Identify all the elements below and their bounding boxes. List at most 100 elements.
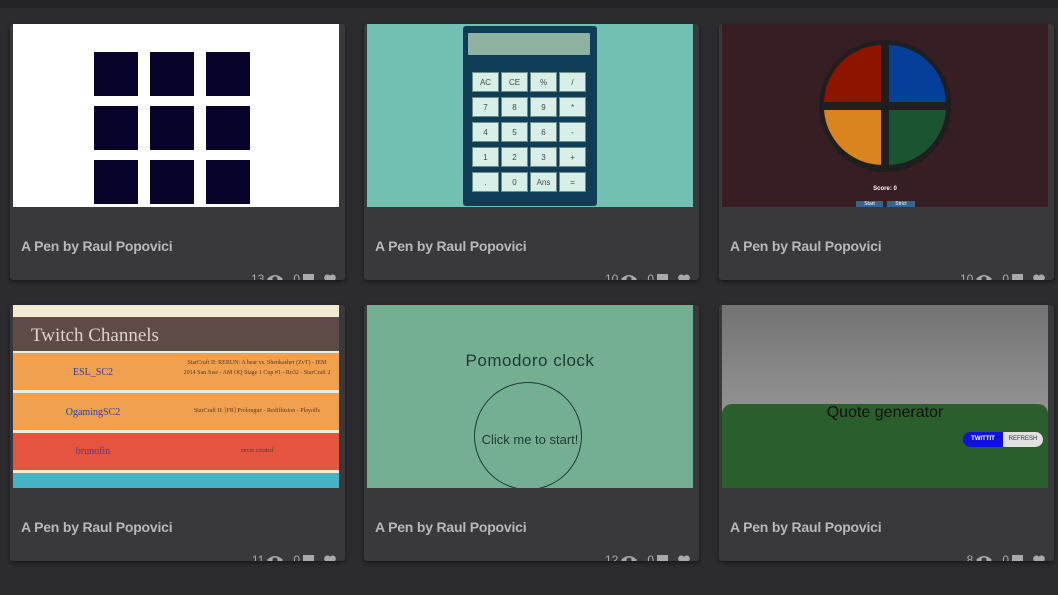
simon-score: Score: 0 <box>873 186 897 192</box>
heart-icon[interactable] <box>1033 273 1045 281</box>
heart-icon[interactable] <box>678 554 690 562</box>
pen-stats: 12 0 <box>595 552 690 561</box>
pen-title[interactable]: A Pen by Raul Popovici <box>21 519 173 535</box>
calculator-key[interactable]: % <box>530 72 557 92</box>
pen-title[interactable]: A Pen by Raul Popovici <box>730 519 882 535</box>
twitch-channel-name[interactable]: ESL_SC2 <box>13 367 173 378</box>
calculator-key[interactable]: 2 <box>501 147 528 167</box>
twitch-channel-status: StarCraft II: [FR] Prolongue - Rediffusi… <box>193 408 321 414</box>
twitter-button[interactable]: TWITTIT <box>963 432 1003 447</box>
comments-stat: 0 <box>647 553 668 561</box>
grid-square <box>150 160 194 204</box>
pen-title[interactable]: A Pen by Raul Popovici <box>21 238 173 254</box>
like-stat[interactable] <box>324 273 336 281</box>
views-stat: 10 <box>605 272 638 280</box>
twitch-row[interactable] <box>13 473 339 488</box>
calculator-key[interactable]: CE <box>501 72 528 92</box>
pen-preview-calculator[interactable]: AC CE%/ 7 8 9 * 4 5 6- 1 2 3 +. 0 Ans = <box>367 24 693 207</box>
pen-preview-grid[interactable] <box>13 24 339 207</box>
pen-card[interactable]: Quote generator TWITTIT REFRESH A Pen by… <box>719 305 1054 561</box>
like-stat[interactable] <box>678 273 690 281</box>
calculator-key[interactable]: 9 <box>530 97 557 117</box>
grid-square <box>94 160 138 204</box>
eye-icon <box>267 556 284 561</box>
pen-preview-quote[interactable]: Quote generator TWITTIT REFRESH <box>722 305 1048 488</box>
eye-icon <box>621 275 638 280</box>
top-bar <box>0 0 1058 8</box>
twitch-heading-text: Twitch Channels <box>31 325 159 346</box>
calculator-key[interactable]: = <box>559 172 586 192</box>
calculator-key[interactable]: + <box>559 147 586 167</box>
like-stat[interactable] <box>324 554 336 562</box>
heart-icon[interactable] <box>678 273 690 281</box>
pen-preview-simon[interactable]: Score: 0 Start Strict <box>722 24 1048 207</box>
twitch-channel-name[interactable]: OgamingSC2 <box>13 407 173 418</box>
views-count: 11 <box>251 553 265 561</box>
heart-icon[interactable] <box>1033 554 1045 562</box>
comments-stat: 0 <box>1002 272 1023 280</box>
twitch-row[interactable]: ESL_SC2 StarCraft II: RERUN: A bear vs. … <box>13 353 339 390</box>
calculator-key[interactable]: 0 <box>501 172 528 192</box>
calculator-key[interactable]: / <box>559 72 586 92</box>
pen-stats: 8 0 <box>957 552 1045 561</box>
comment-icon <box>657 554 668 561</box>
eye-icon <box>621 556 638 561</box>
calculator-key[interactable]: * <box>559 97 586 117</box>
calculator: AC CE%/ 7 8 9 * 4 5 6- 1 2 3 +. 0 Ans = <box>463 26 597 206</box>
pen-card[interactable]: Score: 0 Start Strict A Pen by Raul Popo… <box>719 24 1054 280</box>
simon-start-button[interactable]: Start <box>856 201 883 207</box>
refresh-button[interactable]: REFRESH <box>1003 432 1043 447</box>
like-stat[interactable] <box>678 554 690 562</box>
heart-icon[interactable] <box>324 273 336 281</box>
comments-count: 0 <box>293 553 300 561</box>
grid-square <box>94 106 138 150</box>
pen-preview-pomodoro[interactable]: Pomodoro clock Click me to start! <box>367 305 693 488</box>
pen-title[interactable]: A Pen by Raul Popovici <box>375 519 527 535</box>
views-count: 13 <box>250 272 265 280</box>
comments-count: 0 <box>1002 553 1009 561</box>
comment-icon <box>303 554 314 561</box>
comments-count: 0 <box>1002 272 1009 280</box>
grid-square <box>206 160 250 204</box>
pen-preview-twitch[interactable]: Twitch Channels ESL_SC2 StarCraft II: RE… <box>13 305 339 488</box>
like-stat[interactable] <box>1033 273 1045 281</box>
heart-icon[interactable] <box>324 554 336 562</box>
twitch-channel-name[interactable]: brunofin <box>13 446 173 457</box>
comments-count: 0 <box>647 272 654 280</box>
calculator-key[interactable]: 5 <box>501 122 528 142</box>
eye-icon <box>267 275 284 280</box>
calculator-key[interactable]: 3 <box>530 147 557 167</box>
grid-square <box>206 106 250 150</box>
views-stat: 12 <box>605 553 638 561</box>
calculator-key[interactable]: AC <box>472 72 499 92</box>
calculator-key[interactable]: 1 <box>472 147 499 167</box>
calculator-key[interactable]: Ans <box>530 172 557 192</box>
comment-icon <box>657 273 668 280</box>
calculator-key[interactable]: - <box>559 122 586 142</box>
grid-square <box>150 52 194 96</box>
calculator-key[interactable]: . <box>472 172 499 192</box>
calculator-key[interactable]: 8 <box>501 97 528 117</box>
simon-strict-button[interactable]: Strict <box>887 201 915 207</box>
pen-card[interactable]: AC CE%/7 8 9 * 4 5 6-1 2 3 +. 0 Ans = A Pen by Raul P… <box>364 24 699 280</box>
pen-card[interactable]: Pomodoro clock Click me to start! A Pen … <box>364 305 699 561</box>
comments-count: 0 <box>293 272 300 280</box>
eye-icon <box>976 275 993 280</box>
pomodoro-start-text[interactable]: Click me to start! <box>367 432 693 447</box>
views-count: 8 <box>966 553 974 561</box>
calculator-key[interactable]: 6 <box>530 122 557 142</box>
comments-stat: 0 <box>1002 553 1023 561</box>
pen-card[interactable]: Twitch Channels ESL_SC2 StarCraft II: RE… <box>10 305 345 561</box>
twitch-row[interactable]: OgamingSC2 StarCraft II: [FR] Prolongue … <box>13 393 339 430</box>
pen-title[interactable]: A Pen by Raul Popovici <box>375 238 527 254</box>
calculator-key[interactable]: 7 <box>472 97 499 117</box>
comment-icon <box>1012 273 1023 280</box>
pen-card[interactable]: A Pen by Raul Popovici 13 0 <box>10 24 345 280</box>
pen-stats: 10 0 <box>595 271 690 280</box>
calculator-key[interactable]: 4 <box>472 122 499 142</box>
comments-stat: 0 <box>293 553 314 561</box>
like-stat[interactable] <box>1033 554 1045 562</box>
twitch-row[interactable]: brunofin never created <box>13 433 339 470</box>
pen-title[interactable]: A Pen by Raul Popovici <box>730 238 882 254</box>
calculator-display <box>468 33 590 55</box>
